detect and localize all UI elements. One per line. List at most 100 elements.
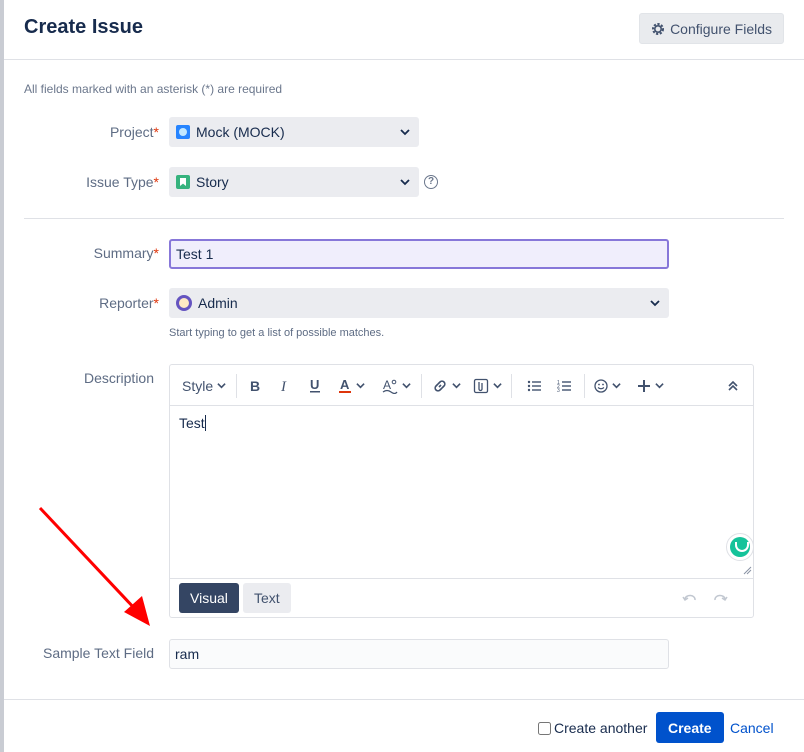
description-text: Test (179, 415, 205, 431)
reporter-select-value: Admin (198, 295, 238, 311)
reporter-hint: Start typing to get a list of possible m… (169, 327, 385, 339)
text-mode-tab[interactable]: Text (243, 583, 291, 613)
project-select[interactable]: Mock (MOCK) (169, 117, 419, 147)
dialog-header: Create Issue Configure Fields (4, 0, 804, 60)
required-asterisk: * (153, 124, 159, 140)
user-avatar-icon (176, 295, 192, 311)
project-avatar-icon (176, 125, 190, 139)
create-another-option[interactable]: Create another (538, 720, 647, 736)
sample-text-field-input[interactable] (169, 639, 669, 669)
plus-icon (638, 379, 650, 392)
text-color-button[interactable]: A (338, 365, 365, 406)
section-divider (24, 218, 784, 219)
issue-type-label-text: Issue Type (86, 174, 154, 190)
summary-label-text: Summary (93, 245, 154, 261)
dialog-footer: Create another Create Cancel (4, 699, 804, 752)
create-button[interactable]: Create (656, 712, 724, 743)
numbered-list-button[interactable]: 123 (557, 365, 571, 406)
grammarly-logo (730, 537, 750, 557)
toolbar-separator (511, 374, 512, 398)
svg-text:B: B (250, 379, 260, 393)
svg-text:3: 3 (557, 388, 560, 393)
toolbar-separator (236, 374, 237, 398)
editor-toolbar: Style B I U A A 1 2 3 (170, 365, 753, 406)
required-asterisk: * (153, 245, 159, 261)
required-fields-note: All fields marked with an asterisk (*) a… (24, 82, 283, 96)
toolbar-separator (584, 374, 585, 398)
configure-fields-label: Configure Fields (670, 20, 772, 37)
chevron-down-icon (400, 129, 410, 136)
grammarly-icon[interactable] (726, 533, 754, 561)
text-format-button[interactable]: A (382, 365, 411, 406)
summary-label: Summary* (9, 245, 159, 261)
resize-handle-icon[interactable] (742, 565, 752, 575)
project-select-value: Mock (MOCK) (196, 124, 285, 140)
svg-text:A: A (340, 378, 350, 392)
description-label-text: Description (83, 370, 154, 386)
configure-fields-button[interactable]: Configure Fields (639, 13, 784, 44)
required-asterisk: * (153, 295, 159, 311)
chevron-down-icon (217, 383, 226, 389)
chevron-down-icon (452, 383, 461, 389)
chevron-down-icon (400, 179, 410, 186)
italic-button[interactable]: I (278, 365, 292, 406)
issue-type-label: Issue Type* (9, 174, 159, 190)
svg-text:I: I (280, 379, 287, 393)
collapse-toolbar-button[interactable] (727, 365, 739, 406)
issue-type-select[interactable]: Story (169, 167, 419, 197)
chevron-down-icon (655, 383, 664, 389)
reporter-select[interactable]: Admin (169, 288, 669, 318)
reporter-label: Reporter* (9, 295, 159, 311)
link-icon (434, 379, 446, 392)
cancel-link[interactable]: Cancel (730, 720, 774, 736)
link-button[interactable] (432, 365, 461, 406)
chevron-down-icon (650, 300, 660, 307)
numbered-list-icon: 123 (557, 380, 571, 393)
create-another-checkbox[interactable] (538, 721, 551, 735)
summary-input[interactable] (169, 239, 669, 269)
emoticon-button[interactable] (594, 365, 621, 406)
description-content[interactable]: Test (179, 415, 206, 431)
description-editor: Style B I U A A 1 2 3 Test Visual Text (169, 364, 754, 618)
insert-more-button[interactable] (637, 365, 664, 406)
svg-text:U: U (310, 378, 319, 392)
gear-icon (652, 22, 665, 35)
sample-text-field-label: Sample Text Field (4, 645, 154, 661)
text-cursor (204, 415, 206, 431)
description-label: Description (4, 370, 154, 386)
style-dropdown-label: Style (182, 377, 214, 394)
style-dropdown[interactable]: Style (182, 365, 226, 406)
chevron-down-icon (493, 383, 502, 389)
attachment-button[interactable] (473, 365, 502, 406)
underline-button[interactable]: U (308, 365, 322, 406)
text-format-icon: A (382, 378, 398, 394)
issue-type-select-value: Story (196, 174, 229, 190)
smiley-icon (594, 378, 608, 393)
bold-button[interactable]: B (248, 365, 262, 406)
bullet-list-button[interactable] (527, 365, 541, 406)
reporter-label-text: Reporter (99, 295, 154, 311)
help-icon[interactable]: ? (424, 175, 438, 189)
chevron-down-icon (612, 383, 621, 389)
bullet-list-icon (527, 380, 541, 391)
sample-text-field-label-text: Sample Text Field (42, 645, 154, 661)
project-label: Project* (9, 124, 159, 140)
attachment-icon (473, 378, 489, 393)
chevron-down-icon (356, 383, 365, 389)
visual-mode-tab[interactable]: Visual (179, 583, 239, 613)
bold-icon: B (250, 379, 260, 393)
redo-icon[interactable] (712, 592, 728, 606)
create-issue-dialog: Create Issue Configure Fields All fields… (4, 0, 804, 752)
underline-icon: U (310, 378, 320, 392)
chevron-down-icon (402, 383, 411, 389)
italic-icon: I (280, 379, 287, 393)
undo-icon[interactable] (682, 592, 698, 606)
dialog-title: Create Issue (24, 16, 143, 38)
editor-mode-bar: Visual Text (170, 578, 753, 618)
create-another-label: Create another (554, 720, 648, 736)
text-color-icon: A (339, 378, 351, 393)
project-label-text: Project (109, 124, 154, 140)
toolbar-separator (421, 374, 422, 398)
story-icon (176, 175, 190, 189)
double-chevron-up-icon (728, 380, 738, 391)
